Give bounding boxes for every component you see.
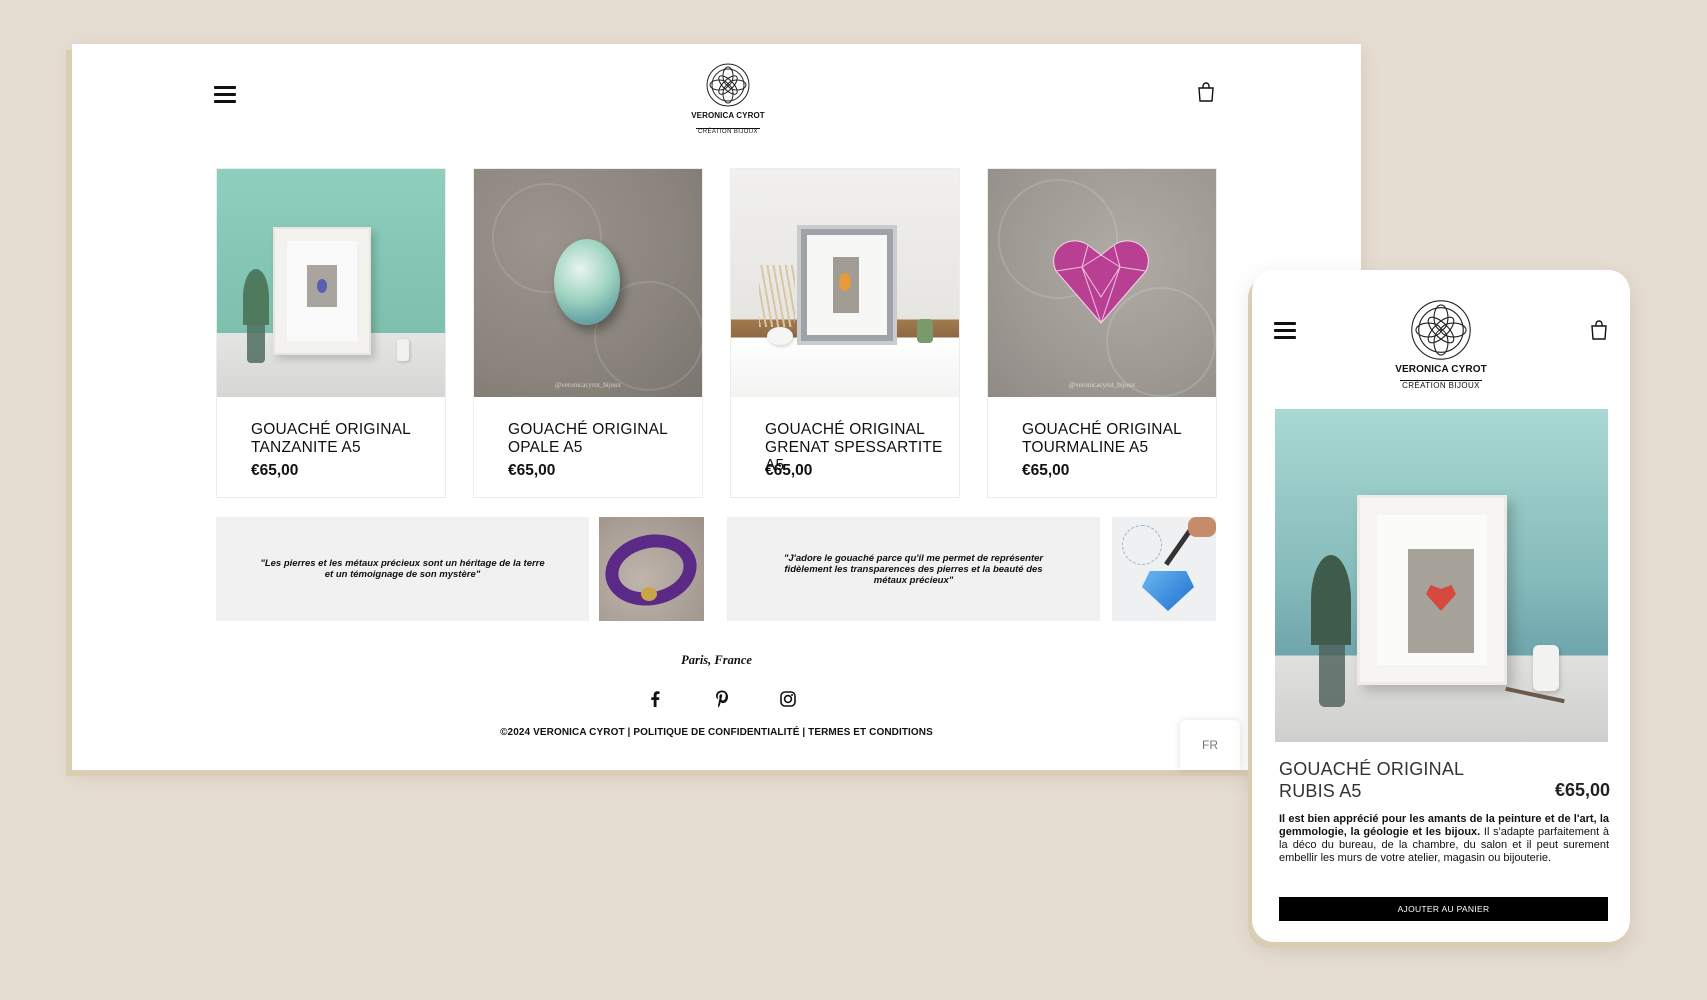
mandala-logo-icon (1411, 300, 1471, 360)
product-price: €65,00 (765, 462, 813, 479)
product-image[interactable] (1275, 409, 1608, 742)
product-price: €65,00 (251, 462, 299, 479)
brand-logo[interactable]: VERONICA CYROT CRÉATION BIJOUX (678, 62, 778, 138)
menu-icon[interactable] (214, 86, 236, 106)
product-image[interactable] (731, 169, 959, 397)
quote-text: "Les pierres et les métaux précieux sont… (216, 517, 589, 621)
product-title[interactable]: GOUACHÉ ORIGINAL OPALE A5 (508, 421, 698, 457)
footer-location: Paris, France (681, 653, 752, 667)
product-title: GOUACHÉ ORIGINAL RUBIS A5 (1279, 759, 1464, 801)
product-card[interactable]: @veronicacyrot_bijoux GOUACHÉ ORIGINAL O… (473, 168, 703, 498)
product-title[interactable]: GOUACHÉ ORIGINAL TANZANITE A5 (251, 421, 441, 457)
shopping-bag-icon[interactable] (1197, 82, 1215, 107)
quote-section: "Les pierres et les métaux précieux sont… (216, 517, 1216, 621)
product-image[interactable]: @veronicacyrot_bijoux (474, 169, 702, 397)
instagram-icon[interactable] (778, 689, 798, 709)
product-card[interactable]: GOUACHÉ ORIGINAL GRENAT SPESSARTITE A5 €… (730, 168, 960, 498)
product-card[interactable]: @veronicacyrot_bijoux GOUACHÉ ORIGINAL T… (987, 168, 1217, 498)
watermark-text: @veronicacyrot_bijoux (1068, 381, 1136, 389)
facebook-icon[interactable] (645, 689, 665, 709)
product-grid: GOUACHÉ ORIGINAL TANZANITE A5 €65,00 @ve… (216, 168, 1217, 498)
quote-text: "J'adore le gouaché parce qu'il me perme… (727, 517, 1100, 621)
brand-name: VERONICA CYROT (691, 111, 765, 120)
desktop-mockup: VERONICA CYROT CRÉATION BIJOUX GOUACHÉ O… (72, 44, 1361, 770)
product-image[interactable]: @veronicacyrot_bijoux (988, 169, 1216, 397)
menu-icon[interactable] (1274, 322, 1296, 342)
social-links (72, 689, 1361, 709)
language-switcher[interactable]: FR (1180, 720, 1240, 770)
product-price: €65,00 (1554, 780, 1610, 800)
product-title[interactable]: GOUACHÉ ORIGINAL TOURMALINE A5 (1022, 421, 1212, 457)
brand-logo[interactable]: VERONICA CYROT CRÉATION BIJOUX (1386, 298, 1496, 393)
heart-gem-illustration (1053, 240, 1149, 324)
shopping-bag-icon[interactable] (1590, 320, 1608, 345)
brand-tagline: CRÉATION BIJOUX (1400, 380, 1482, 390)
bracelet-image (599, 517, 704, 621)
mandala-logo-icon (706, 63, 750, 107)
product-image[interactable] (217, 169, 445, 397)
product-price: €65,00 (1022, 462, 1070, 479)
add-to-cart-button[interactable]: AJOUTER AU PANIER (1279, 897, 1608, 921)
painting-process-image (1112, 517, 1216, 621)
brand-tagline: CRÉATION BIJOUX (696, 128, 760, 135)
product-card[interactable]: GOUACHÉ ORIGINAL TANZANITE A5 €65,00 (216, 168, 446, 498)
product-description: Il est bien apprécié pour les amants de … (1279, 813, 1609, 865)
brand-name: VERONICA CYROT (1395, 364, 1487, 375)
watermark-text: @veronicacyrot_bijoux (554, 381, 622, 389)
mobile-mockup: VERONICA CYROT CRÉATION BIJOUX GOUACHÉ O… (1252, 270, 1630, 942)
footer-legal-links[interactable]: ©2024 VERONICA CYROT | POLITIQUE DE CONF… (72, 727, 1361, 738)
pinterest-icon[interactable] (712, 689, 732, 709)
product-price: €65,00 (508, 462, 556, 479)
